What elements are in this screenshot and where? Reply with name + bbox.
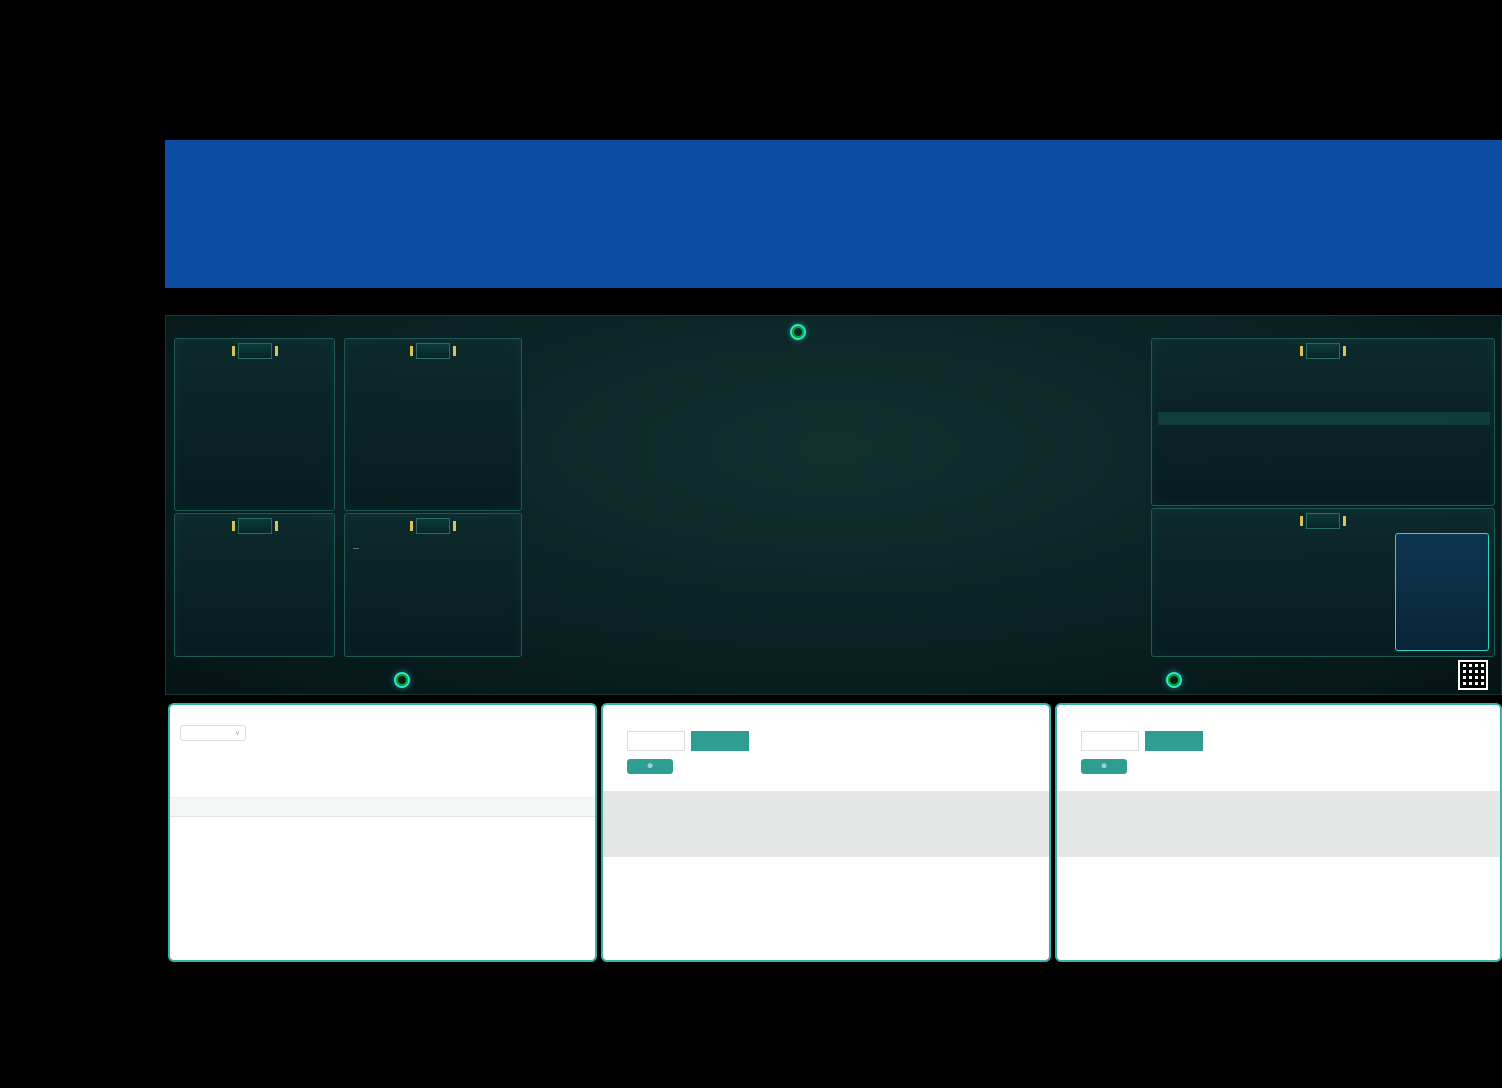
- panel-market-overview: [1151, 338, 1495, 506]
- inventory-screenshot: ∨: [168, 703, 597, 962]
- tab-news-base[interactable]: [1145, 731, 1203, 751]
- feature-banner: [165, 140, 1502, 288]
- overlay-shade: [603, 791, 1049, 857]
- panel-process-emissions: [174, 513, 335, 657]
- slide-page: —: [0, 0, 1502, 1088]
- add-button[interactable]: ⊕: [1081, 759, 1127, 774]
- panel-yearly-trend: —: [344, 513, 522, 657]
- factory-3d-visualization: [526, 396, 1151, 668]
- tab-news-base[interactable]: [691, 731, 749, 751]
- panel-title: [238, 518, 272, 534]
- brand-logo-icon: [790, 324, 806, 340]
- panel-title: [416, 518, 450, 534]
- support-logo-icon: [1166, 672, 1182, 688]
- add-button[interactable]: ⊕: [627, 759, 673, 774]
- panel-market-trend: [1151, 508, 1495, 657]
- market-price-card: [1395, 533, 1489, 651]
- market-table-header: [1158, 412, 1490, 425]
- target-gauge: [354, 369, 514, 469]
- panel-title: [1306, 343, 1340, 359]
- emission-bar-chart: [181, 379, 331, 507]
- year-select[interactable]: ∨: [180, 725, 246, 741]
- dashboard-screenshot: —: [165, 315, 1502, 695]
- footer-logo-icon: [394, 672, 410, 688]
- overlay-shade: [1057, 791, 1500, 857]
- qr-code: [1458, 660, 1488, 690]
- market-trend-chart: [1156, 547, 1391, 653]
- inventory-table-header: [170, 797, 597, 817]
- panel-title: [416, 343, 450, 359]
- trend-area-chart: [349, 552, 519, 654]
- tab-knowledge-base[interactable]: [627, 731, 685, 751]
- panel-title: [1306, 513, 1340, 529]
- panel-annual-target: [344, 338, 522, 511]
- inventory-table-body: [170, 817, 597, 962]
- market-data-screenshot: ⊕: [1055, 703, 1502, 962]
- policy-screenshot: ⊕: [601, 703, 1051, 962]
- tab-knowledge-base[interactable]: [1081, 731, 1139, 751]
- panel-emission-overview: [174, 338, 335, 511]
- panel-title: [238, 343, 272, 359]
